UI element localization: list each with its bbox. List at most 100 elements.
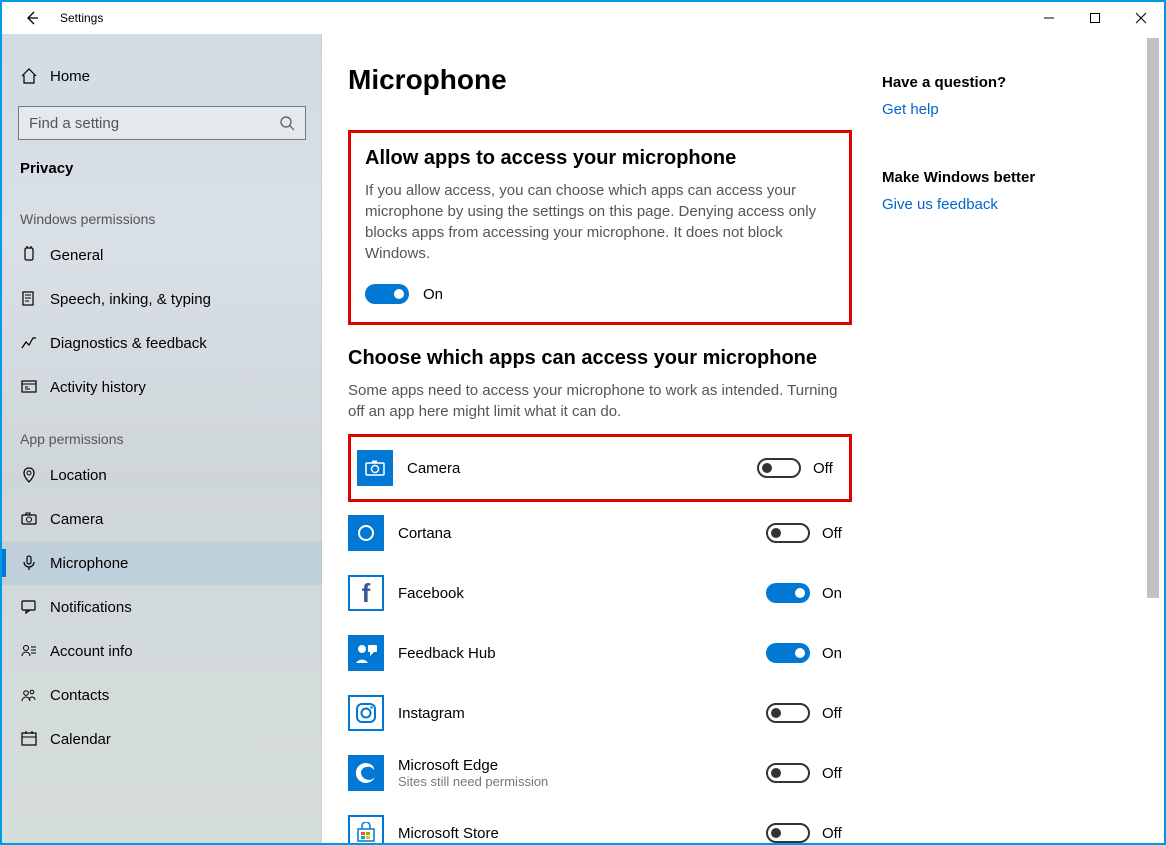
app-toggle-label: On	[822, 645, 842, 662]
edge-app-icon	[348, 755, 384, 791]
app-name: Facebook	[398, 585, 752, 602]
sidebar-item-label: General	[50, 247, 103, 264]
account-icon	[20, 642, 50, 660]
section-title: Privacy	[2, 152, 322, 189]
camera-app-icon	[357, 450, 393, 486]
arrow-left-icon	[24, 10, 40, 26]
maximize-button[interactable]	[1072, 2, 1118, 34]
sidebar-item-general[interactable]: General	[2, 233, 322, 277]
notifications-icon	[20, 598, 50, 616]
location-icon	[20, 466, 50, 484]
give-feedback-link[interactable]: Give us feedback	[882, 196, 998, 213]
feedbackhub-app-icon	[348, 635, 384, 671]
app-row-cortana: Cortana Off	[348, 508, 852, 558]
group-app-permissions: App permissions	[2, 409, 322, 453]
app-toggle-label: Off	[813, 460, 833, 477]
allow-heading: Allow apps to access your microphone	[365, 147, 835, 170]
contacts-icon	[20, 686, 50, 704]
app-row-feedbackhub: Feedback Hub On	[348, 628, 852, 678]
sidebar-item-location[interactable]: Location	[2, 453, 322, 497]
app-toggle-cortana[interactable]	[766, 523, 810, 543]
calendar-icon	[20, 730, 50, 748]
search-input[interactable]	[29, 115, 279, 132]
sidebar-item-label: Camera	[50, 511, 103, 528]
general-icon	[20, 246, 50, 264]
sidebar-item-label: Notifications	[50, 599, 132, 616]
app-toggle-edge[interactable]	[766, 763, 810, 783]
app-subtext: Sites still need permission	[398, 774, 752, 789]
highlight-app-camera: Camera Off	[348, 434, 852, 502]
sidebar-item-label: Activity history	[50, 379, 146, 396]
window-title: Settings	[54, 11, 103, 25]
group-windows-permissions: Windows permissions	[2, 189, 322, 233]
scrollbar-track[interactable]	[1144, 36, 1162, 841]
sidebar-item-microphone[interactable]: Microphone	[2, 541, 322, 585]
right-panel: Have a question? Get help Make Windows b…	[882, 34, 1142, 843]
store-app-icon	[348, 815, 384, 843]
instagram-app-icon	[348, 695, 384, 731]
sidebar-item-diag[interactable]: Diagnostics & feedback	[2, 321, 322, 365]
app-toggle-feedbackhub[interactable]	[766, 643, 810, 663]
choose-description: Some apps need to access your microphone…	[348, 380, 852, 422]
allow-apps-toggle-label: On	[423, 286, 443, 303]
minimize-icon	[1043, 12, 1055, 24]
microphone-icon	[20, 554, 50, 572]
app-name: Feedback Hub	[398, 645, 752, 662]
app-toggle-store[interactable]	[766, 823, 810, 843]
app-row-edge: Microsoft EdgeSites still need permissio…	[348, 748, 852, 798]
sidebar-item-notifications[interactable]: Notifications	[2, 585, 322, 629]
app-toggle-label: Off	[822, 765, 842, 782]
app-toggle-facebook[interactable]	[766, 583, 810, 603]
sidebar-item-label: Speech, inking, & typing	[50, 291, 211, 308]
app-row-store: Microsoft Store Off	[348, 808, 852, 843]
sidebar-item-activity[interactable]: Activity history	[2, 365, 322, 409]
sidebar-item-label: Contacts	[50, 687, 109, 704]
speech-icon	[20, 290, 50, 308]
sidebar-item-label: Location	[50, 467, 107, 484]
app-name: Camera	[407, 460, 743, 477]
search-icon	[279, 115, 295, 131]
app-name: Microsoft Edge	[398, 757, 752, 774]
close-button[interactable]	[1118, 2, 1164, 34]
app-row-facebook: fFacebookOn	[348, 568, 852, 618]
app-toggle-camera[interactable]	[757, 458, 801, 478]
app-row-instagram: Instagram Off	[348, 688, 852, 738]
sidebar-item-contacts[interactable]: Contacts	[2, 673, 322, 717]
diag-icon	[20, 334, 50, 352]
sidebar-item-camera[interactable]: Camera	[2, 497, 322, 541]
home-label: Home	[50, 68, 90, 85]
home-nav[interactable]: Home	[2, 54, 322, 98]
allow-description: If you allow access, you can choose whic…	[365, 180, 835, 264]
app-toggle-label: Off	[822, 705, 842, 722]
sidebar-item-calendar[interactable]: Calendar	[2, 717, 322, 761]
settings-window: Settings Home	[0, 0, 1166, 845]
search-box[interactable]	[18, 106, 306, 140]
highlight-allow-section: Allow apps to access your microphone If …	[348, 130, 852, 325]
cortana-app-icon	[348, 515, 384, 551]
page-title: Microphone	[348, 64, 852, 96]
maximize-icon	[1089, 12, 1101, 24]
app-row-camera: Camera Off	[357, 443, 843, 493]
sidebar-item-account[interactable]: Account info	[2, 629, 322, 673]
feedback-heading: Make Windows better	[882, 169, 1122, 186]
app-toggle-instagram[interactable]	[766, 703, 810, 723]
activity-icon	[20, 378, 50, 396]
minimize-button[interactable]	[1026, 2, 1072, 34]
app-toggle-label: Off	[822, 525, 842, 542]
app-name: Cortana	[398, 525, 752, 542]
get-help-link[interactable]: Get help	[882, 101, 939, 118]
sidebar: Home Privacy Windows permissions General…	[2, 34, 322, 843]
app-toggle-label: Off	[822, 825, 842, 842]
allow-apps-toggle[interactable]	[365, 284, 409, 304]
app-name: Microsoft Store	[398, 825, 752, 842]
sidebar-item-label: Calendar	[50, 731, 111, 748]
sidebar-item-speech[interactable]: Speech, inking, & typing	[2, 277, 322, 321]
scrollbar-thumb[interactable]	[1147, 38, 1159, 598]
app-name: Instagram	[398, 705, 752, 722]
camera-icon	[20, 510, 50, 528]
main-area: Microphone Allow apps to access your mic…	[322, 34, 1164, 843]
close-icon	[1135, 12, 1147, 24]
sidebar-item-label: Account info	[50, 643, 133, 660]
titlebar: Settings	[2, 2, 1164, 34]
back-button[interactable]	[10, 2, 54, 34]
